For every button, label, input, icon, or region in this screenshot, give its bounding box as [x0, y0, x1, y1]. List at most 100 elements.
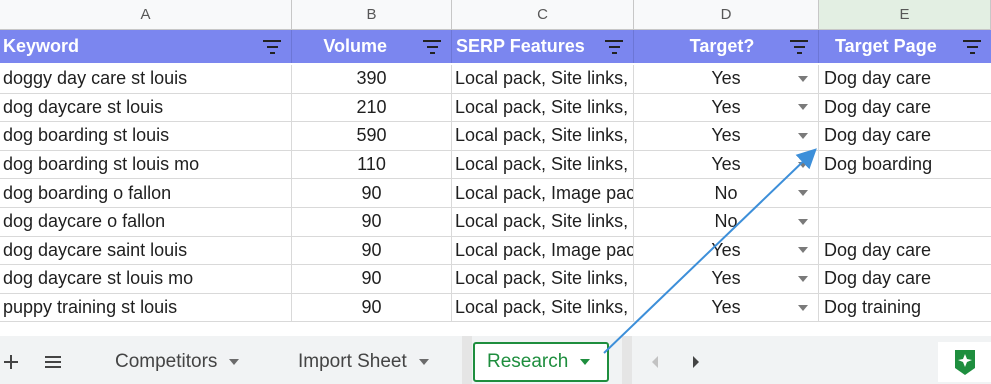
volume-cell[interactable]: 90 [292, 265, 452, 294]
serp-cell[interactable]: Local pack, Site links, [452, 65, 634, 94]
dropdown-arrow-icon[interactable] [798, 75, 808, 82]
all-sheets-button[interactable] [40, 342, 66, 382]
column-header-c[interactable]: C [452, 0, 634, 30]
column-letter: A [140, 6, 151, 23]
dropdown-arrow-icon[interactable] [798, 247, 808, 254]
table-row: dog boarding st louis mo 110 Local pack,… [0, 150, 991, 180]
dropdown-arrow-icon[interactable] [798, 275, 808, 282]
target-cell[interactable]: Yes [634, 150, 819, 180]
table-row: dog daycare o fallon 90 Local pack, Site… [0, 208, 991, 237]
target-page-cell[interactable]: Dog boarding [819, 151, 991, 180]
filter-icon[interactable] [423, 39, 441, 54]
header-label: SERP Features [456, 36, 585, 56]
target-page-cell[interactable]: Dog day care [819, 237, 991, 266]
target-cell[interactable]: Yes [634, 293, 819, 323]
add-sheet-button[interactable] [0, 342, 22, 382]
header-serp-features[interactable]: SERP Features [452, 30, 634, 63]
target-cell[interactable]: Yes [634, 93, 819, 123]
keyword-cell[interactable]: puppy training st louis [0, 293, 292, 323]
serp-cell[interactable]: Local pack, Site links, [452, 150, 634, 180]
dropdown-arrow-icon[interactable] [798, 190, 808, 197]
chevron-left-icon [652, 356, 658, 368]
target-page-cell[interactable]: Dog training [819, 294, 991, 323]
keyword-cell[interactable]: doggy day care st louis [0, 65, 292, 94]
volume-cell[interactable]: 210 [292, 93, 452, 123]
volume-cell[interactable]: 110 [292, 150, 452, 180]
target-page-cell[interactable]: Dog day care [819, 65, 991, 94]
dropdown-arrow-icon[interactable] [798, 161, 808, 168]
serp-cell[interactable]: Local pack, Site links, [452, 265, 634, 294]
volume-cell[interactable]: 90 [292, 208, 452, 237]
serp-cell[interactable]: Local pack, Image pac [452, 179, 634, 208]
filter-icon[interactable] [790, 39, 808, 54]
target-page-cell[interactable]: Dog day care [819, 265, 991, 294]
chevron-down-icon[interactable] [580, 359, 591, 365]
target-page-cell[interactable] [819, 208, 991, 237]
tab-label: Competitors [115, 351, 218, 372]
filter-icon[interactable] [963, 39, 981, 54]
keyword-cell[interactable]: dog daycare saint louis [0, 236, 292, 266]
target-cell[interactable]: Yes [634, 122, 819, 151]
target-value: Yes [711, 297, 741, 318]
chevron-down-icon[interactable] [418, 359, 429, 365]
target-cell[interactable]: No [634, 208, 819, 237]
volume-cell[interactable]: 90 [292, 179, 452, 208]
serp-cell[interactable]: Local pack, Site links, [452, 293, 634, 323]
volume-cell[interactable]: 90 [292, 236, 452, 266]
volume-cell[interactable]: 90 [292, 293, 452, 323]
chevron-down-icon[interactable] [229, 359, 240, 365]
column-header-b[interactable]: B [292, 0, 452, 30]
header-label: Target Page [835, 36, 937, 56]
target-page-cell[interactable] [819, 179, 991, 208]
filter-icon[interactable] [605, 39, 623, 54]
header-target-page[interactable]: Target Page [819, 30, 991, 63]
target-value: No [714, 211, 738, 232]
serp-cell[interactable]: Local pack, Site links, [452, 208, 634, 237]
target-page-cell[interactable]: Dog day care [819, 94, 991, 123]
target-cell[interactable]: No [634, 179, 819, 208]
serp-cell[interactable]: Local pack, Image pac [452, 236, 634, 266]
target-cell[interactable]: Yes [634, 236, 819, 266]
scroll-tabs-left-button[interactable] [645, 342, 665, 382]
serp-cell[interactable]: Local pack, Site links, [452, 93, 634, 123]
column-header-e[interactable]: E [819, 0, 991, 30]
table-row: dog daycare saint louis 90 Local pack, I… [0, 236, 991, 266]
keyword-cell[interactable]: dog daycare o fallon [0, 208, 292, 237]
volume-cell[interactable]: 590 [292, 122, 452, 151]
keyword-cell[interactable]: dog boarding o fallon [0, 179, 292, 208]
keyword-cell[interactable]: dog daycare st louis mo [0, 265, 292, 294]
keyword-cell[interactable]: dog boarding st louis [0, 122, 292, 151]
tab-divider [462, 336, 472, 384]
tab-research[interactable]: Research [473, 342, 609, 382]
volume-cell[interactable]: 390 [292, 65, 452, 94]
header-volume[interactable]: Volume [292, 30, 452, 63]
dropdown-arrow-icon[interactable] [798, 104, 808, 111]
tab-competitors[interactable]: Competitors [115, 342, 240, 382]
filter-icon[interactable] [263, 39, 281, 54]
header-label: Volume [323, 36, 387, 56]
serp-cell[interactable]: Local pack, Site links, [452, 122, 634, 151]
table-row: doggy day care st louis 390 Local pack, … [0, 65, 991, 94]
target-value: Yes [711, 96, 741, 117]
keyword-cell[interactable]: dog boarding st louis mo [0, 150, 292, 180]
column-header-d[interactable]: D [634, 0, 819, 30]
keyword-cell[interactable]: dog daycare st louis [0, 93, 292, 123]
target-value: Yes [711, 268, 741, 289]
dropdown-arrow-icon[interactable] [798, 304, 808, 311]
table-row: dog daycare st louis mo 90 Local pack, S… [0, 265, 991, 294]
target-cell[interactable]: Yes [634, 265, 819, 294]
scroll-tabs-right-button[interactable] [686, 342, 706, 382]
header-keyword[interactable]: Keyword [0, 30, 292, 63]
tab-import-sheet[interactable]: Import Sheet [298, 342, 429, 382]
table-row: dog daycare st louis 210 Local pack, Sit… [0, 93, 991, 123]
target-cell[interactable]: Yes [634, 65, 819, 94]
column-header-a[interactable]: A [0, 0, 292, 30]
dropdown-arrow-icon[interactable] [798, 218, 808, 225]
tab-divider [622, 336, 632, 384]
target-value: Yes [711, 239, 741, 260]
header-target[interactable]: Target? [634, 30, 819, 63]
column-letter: D [720, 6, 732, 23]
target-page-cell[interactable]: Dog day care [819, 122, 991, 151]
explore-button[interactable] [938, 342, 991, 382]
dropdown-arrow-icon[interactable] [798, 132, 808, 139]
